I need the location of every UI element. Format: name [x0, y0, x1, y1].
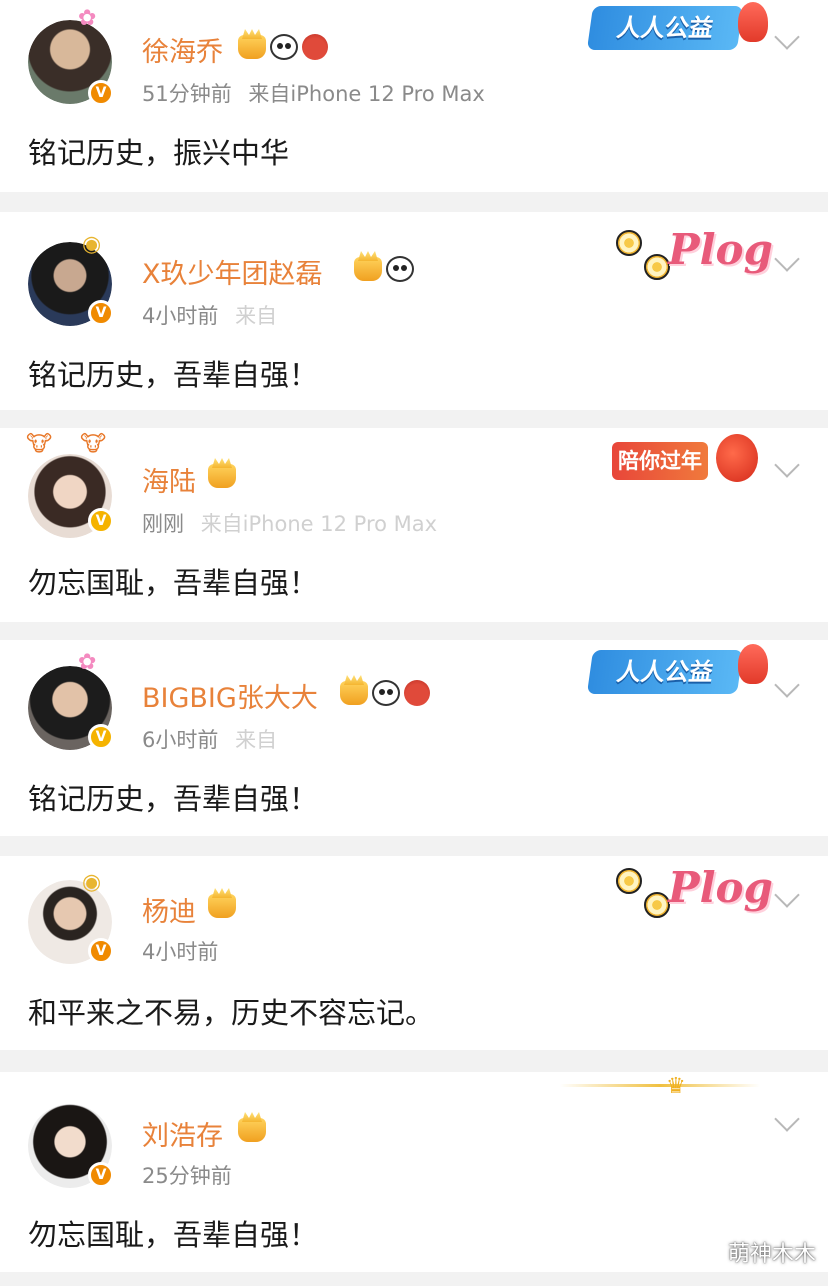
post-meta: 6小时前 来自 [142, 724, 277, 754]
comment-text: 勿忘国耻，吾辈自强！ [28, 1218, 319, 1252]
card-decoration-renren[interactable]: 人人公益 [586, 650, 744, 694]
chevron-down-icon[interactable] [774, 882, 800, 908]
timestamp: 4小时前 [142, 940, 219, 964]
crown-icon [354, 257, 382, 281]
timestamp: 4小时前 [142, 304, 219, 328]
verified-badge-icon: V [88, 508, 114, 534]
comment-text: 勿忘国耻，吾辈自强！ [28, 566, 319, 600]
pink-pet-decoration-icon: ✿ [78, 650, 97, 675]
comment-text: 铭记历史，振兴中华 [28, 136, 290, 170]
crown-icon [238, 1118, 266, 1142]
verified-badge-icon: V [88, 1162, 114, 1188]
comment-card: ✿ V BIGBIG张大大 6小时前 来自 铭记历史，吾辈自强！ 人人公益 [0, 640, 828, 836]
source-device: 来自 [235, 728, 278, 752]
chevron-down-icon[interactable] [774, 1106, 800, 1132]
comment-card: ◉ V 杨迪 4小时前 和平来之不易，历史不容忘记。 Plog [0, 856, 828, 1050]
badge-decoration-icon: ◉ [82, 232, 102, 257]
verified-badge-icon: V [88, 80, 114, 106]
mascot-icon [738, 2, 768, 42]
comment-card: ♛ V 刘浩存 25分钟前 勿忘国耻，吾辈自强！ [0, 1072, 828, 1272]
card-decoration-new-year[interactable]: 陪你过年 [612, 442, 708, 480]
flower-icon [616, 868, 642, 894]
crown-decoration-icon: ♛ [666, 1074, 686, 1099]
user-badges [238, 34, 328, 60]
username[interactable]: 徐海乔 [142, 30, 223, 69]
chevron-down-icon[interactable] [774, 672, 800, 698]
panda-icon [386, 256, 414, 282]
crown-icon [340, 681, 368, 705]
comment-text: 铭记历史，吾辈自强！ [28, 782, 319, 816]
comment-card: ✿ V 徐海乔 51分钟前 来自iPhone 12 Pro Max 铭记历史，振… [0, 0, 828, 192]
comment-card: ◉ V X玖少年团赵磊 4小时前 来自 铭记历史，吾辈自强！ Plog [0, 212, 828, 410]
comment-text: 和平来之不易，历史不容忘记。 [28, 996, 435, 1030]
user-badges [238, 1118, 266, 1142]
username[interactable]: 刘浩存 [142, 1114, 223, 1153]
red-mascot-icon [404, 680, 430, 706]
timestamp: 刚刚 [142, 512, 184, 536]
flower-icon [616, 230, 642, 256]
comment-card: 🐮 🐮 V 海陆 刚刚 来自iPhone 12 Pro Max 勿忘国耻，吾辈自… [0, 428, 828, 622]
post-meta: 刚刚 来自iPhone 12 Pro Max [142, 508, 437, 538]
lantern-icon [716, 434, 758, 482]
verified-badge-icon: V [88, 300, 114, 326]
verified-badge-icon: V [88, 938, 114, 964]
username[interactable]: 海陆 [142, 460, 196, 499]
panda-icon [270, 34, 298, 60]
crown-icon [208, 894, 236, 918]
username[interactable]: BIGBIG张大大 [142, 676, 318, 715]
verified-badge-icon: V [88, 724, 114, 750]
comment-text: 铭记历史，吾辈自强！ [28, 358, 319, 392]
card-decoration-plog[interactable]: Plog [668, 858, 773, 918]
post-meta: 4小时前 来自 [142, 300, 277, 330]
post-meta: 51分钟前 来自iPhone 12 Pro Max [142, 78, 485, 108]
flower-icon [644, 254, 670, 280]
ox-decoration-icon: 🐮 [26, 432, 53, 457]
panda-icon [372, 680, 400, 706]
post-meta: 25分钟前 [142, 1160, 232, 1190]
source-device: 来自iPhone 12 Pro Max [200, 512, 438, 536]
card-decoration-plog[interactable]: Plog [668, 220, 773, 280]
timestamp: 6小时前 [142, 728, 219, 752]
user-badges [208, 894, 236, 918]
source-device: 来自 [235, 304, 278, 328]
source-device: 来自iPhone 12 Pro Max [248, 82, 485, 106]
post-meta: 4小时前 [142, 936, 218, 966]
timestamp: 25分钟前 [142, 1164, 232, 1188]
flower-icon [644, 892, 670, 918]
user-badges [340, 680, 430, 706]
user-badges [354, 256, 414, 282]
timestamp: 51分钟前 [142, 82, 232, 106]
badge-decoration-icon: ◉ [82, 870, 102, 895]
chevron-down-icon[interactable] [774, 452, 800, 478]
red-mascot-icon [302, 34, 328, 60]
mascot-icon [738, 644, 768, 684]
crown-icon [208, 464, 236, 488]
card-decoration-renren[interactable]: 人人公益 [586, 6, 744, 50]
user-badges [208, 464, 236, 488]
gold-divider-line [560, 1084, 760, 1087]
username[interactable]: X玖少年团赵磊 [142, 252, 323, 291]
username[interactable]: 杨迪 [142, 890, 196, 929]
chevron-down-icon[interactable] [774, 246, 800, 272]
watermark: 萌神木木 [727, 1242, 816, 1267]
ox-decoration-icon: 🐮 [80, 432, 107, 457]
pink-pet-decoration-icon: ✿ [78, 6, 97, 31]
crown-icon [238, 35, 266, 59]
chevron-down-icon[interactable] [774, 24, 800, 50]
